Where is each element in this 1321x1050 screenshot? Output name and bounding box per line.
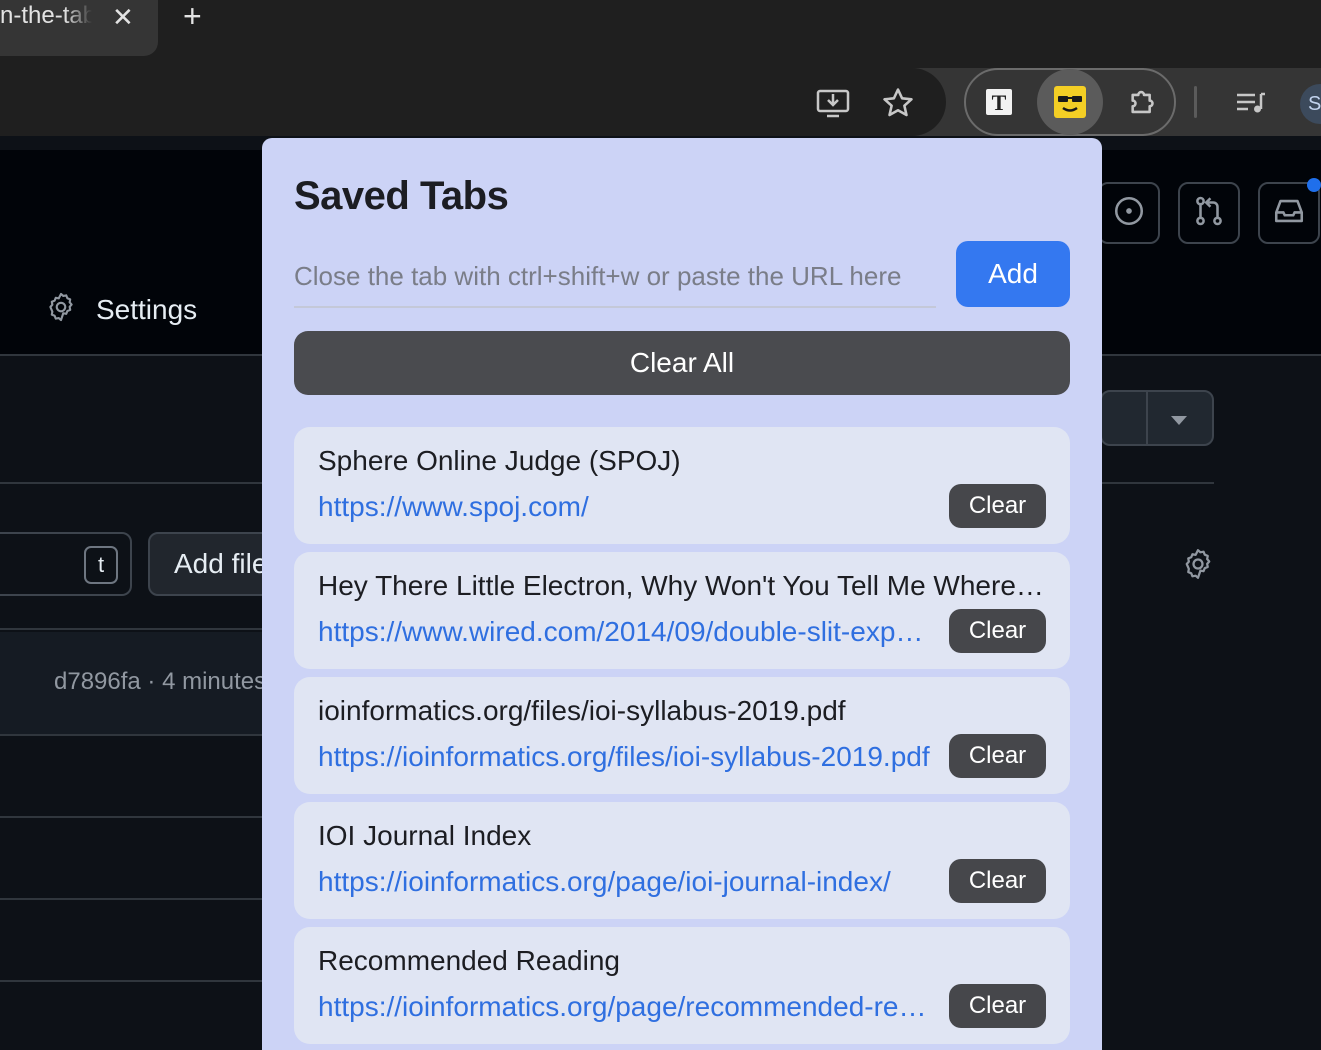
popup-title: Saved Tabs (294, 174, 509, 218)
saved-tab-title: Sphere Online Judge (SPOJ) (318, 445, 681, 476)
close-icon[interactable]: ✕ (112, 2, 134, 33)
keyboard-shortcut-badge: t (84, 546, 118, 584)
tab-title: n-the-tab (0, 2, 92, 29)
inbox-icon (1272, 194, 1306, 233)
list-item: IOI Journal Index https://ioinformatics.… (294, 802, 1070, 919)
list-item: Recommended Reading https://ioinformatic… (294, 927, 1070, 1044)
clear-button[interactable]: Clear (949, 859, 1046, 903)
media-queue-icon[interactable] (1234, 86, 1268, 120)
avatar[interactable]: S (1300, 84, 1321, 124)
divider (0, 734, 262, 736)
typora-extension-icon[interactable]: T (973, 76, 1025, 128)
add-button[interactable]: Add (956, 241, 1070, 307)
browser-toolbar: T S (0, 68, 1321, 136)
saved-tab-link[interactable]: https://ioinformatics.org/page/recommend… (318, 991, 930, 1023)
pull-requests-button[interactable] (1178, 182, 1240, 244)
saved-tab-link[interactable]: https://www.wired.com/2014/09/double-sli… (318, 616, 930, 648)
list-item: ioinformatics.org/files/ioi-syllabus-201… (294, 677, 1070, 794)
clear-button[interactable]: Clear (949, 734, 1046, 778)
saved-tab-title: ioinformatics.org/files/ioi-syllabus-201… (318, 695, 846, 726)
pull-request-icon (1192, 194, 1226, 233)
divider (0, 980, 262, 982)
url-input[interactable] (294, 246, 936, 308)
notification-dot (1307, 178, 1321, 192)
tab-settings[interactable]: Settings (44, 290, 197, 329)
clear-button[interactable]: Clear (949, 484, 1046, 528)
divider (0, 898, 262, 900)
saved-tab-link[interactable]: https://ioinformatics.org/files/ioi-syll… (318, 741, 930, 773)
issue-circle-icon (1112, 194, 1146, 233)
svg-text:T: T (992, 90, 1007, 115)
saved-tab-link[interactable]: https://www.spoj.com/ (318, 491, 930, 523)
issues-button[interactable] (1098, 182, 1160, 244)
split-button[interactable] (1100, 390, 1214, 446)
saved-tabs-popup: Saved Tabs Add Clear All Sphere Online J… (262, 138, 1102, 1050)
divider (1102, 482, 1214, 484)
new-tab-icon[interactable]: + (183, 0, 202, 35)
list-item: Hey There Little Electron, Why Won't You… (294, 552, 1070, 669)
chevron-down-icon[interactable] (1171, 416, 1187, 425)
clear-button[interactable]: Clear (949, 984, 1046, 1028)
saved-tab-list: Sphere Online Judge (SPOJ) https://www.s… (294, 427, 1070, 1050)
clear-all-button[interactable]: Clear All (294, 331, 1070, 395)
extensions-puzzle-icon[interactable] (1118, 76, 1170, 128)
saved-tab-title: Hey There Little Electron, Why Won't You… (318, 570, 1048, 601)
install-app-icon[interactable] (816, 86, 850, 120)
saved-tab-link[interactable]: https://ioinformatics.org/page/ioi-journ… (318, 866, 930, 898)
browser-tabstrip: n-the-tab ✕ + (0, 0, 1321, 68)
settings-label: Settings (96, 293, 198, 325)
gear-icon[interactable] (1180, 546, 1216, 587)
address-bar[interactable] (0, 68, 946, 136)
saved-tabs-extension-icon[interactable] (1037, 69, 1103, 135)
divider (0, 482, 262, 484)
gear-icon (44, 290, 78, 329)
extensions-group: T (964, 68, 1176, 136)
divider (0, 816, 262, 818)
browser-tab-active[interactable]: n-the-tab ✕ (0, 0, 158, 56)
clear-button[interactable]: Clear (949, 609, 1046, 653)
saved-tab-title: Recommended Reading (318, 945, 620, 976)
bookmark-star-icon[interactable] (881, 86, 915, 120)
saved-tab-title: IOI Journal Index (318, 820, 532, 851)
toolbar-divider (1194, 86, 1197, 118)
list-item: Sphere Online Judge (SPOJ) https://www.s… (294, 427, 1070, 544)
split-divider (1146, 392, 1148, 444)
divider (0, 628, 262, 630)
